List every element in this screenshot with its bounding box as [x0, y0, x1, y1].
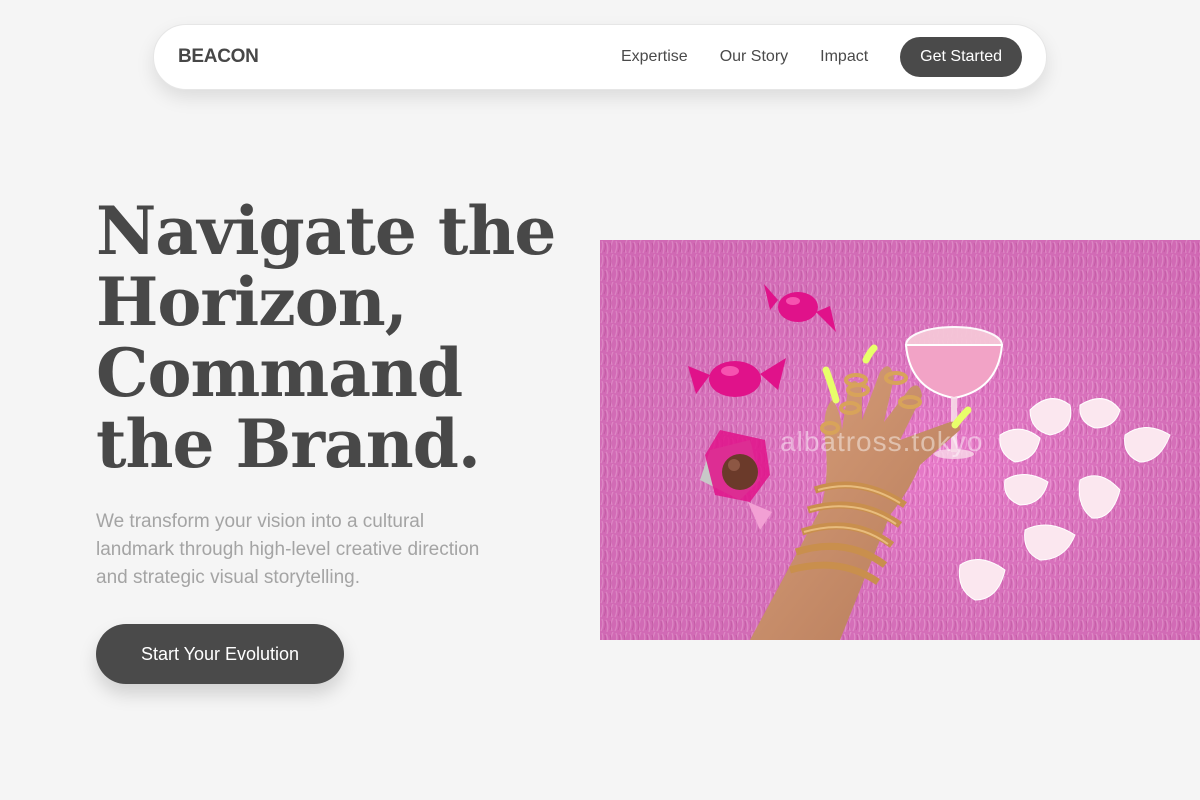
start-your-evolution-button[interactable]: Start Your Evolution [96, 624, 344, 684]
landing-page: BEACON Expertise Our Story Impact Get St… [0, 0, 1200, 800]
nav-link-expertise[interactable]: Expertise [621, 48, 688, 66]
hero-subtitle: We transform your vision into a cultural… [96, 511, 480, 588]
hero-photo: albatross.tokyo [600, 240, 1200, 640]
top-navigation: BEACON Expertise Our Story Impact Get St… [153, 24, 1047, 90]
hero-title: Navigate the Horizon, Command the Brand. [96, 196, 566, 480]
get-started-button[interactable]: Get Started [900, 37, 1022, 77]
nav-link-our-story[interactable]: Our Story [720, 48, 788, 66]
brand-logo[interactable]: BEACON [178, 46, 259, 68]
hero-title-line: the Brand. [96, 405, 481, 483]
image-watermark: albatross.tokyo [780, 426, 984, 457]
hero-title-line: Command [96, 334, 463, 412]
nav-link-impact[interactable]: Impact [820, 48, 868, 66]
nav-links: Expertise Our Story Impact [621, 48, 868, 66]
hero-title-line: Horizon, [96, 263, 408, 341]
hero-title-line: Navigate the [96, 192, 556, 270]
